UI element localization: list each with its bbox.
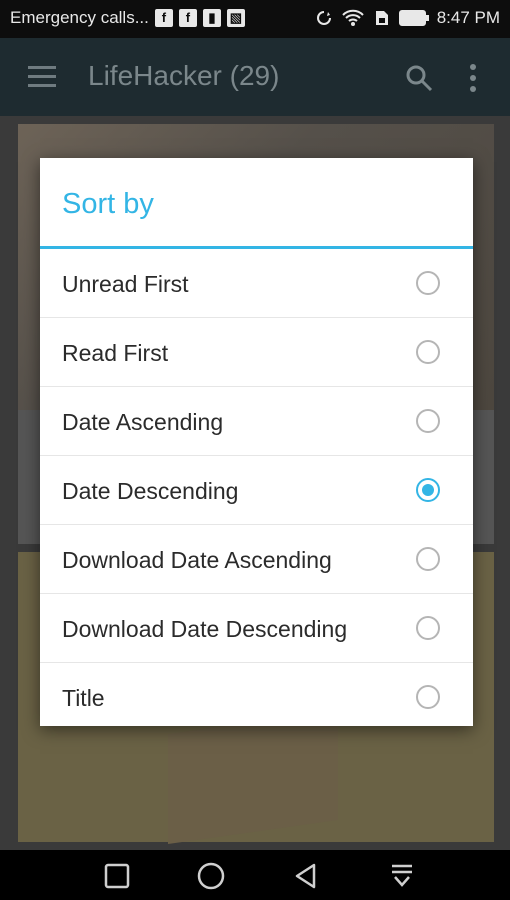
radio-button[interactable] — [416, 685, 440, 709]
status-bar: Emergency calls... f f ▮ ▧ 8:47 PM — [0, 0, 510, 38]
sort-option-read-first[interactable]: Read First — [40, 318, 473, 387]
sync-icon — [316, 11, 331, 25]
option-label: Download Date Descending — [62, 616, 348, 642]
radio-button[interactable] — [416, 616, 440, 640]
recent-apps-button[interactable] — [103, 862, 131, 890]
radio-button[interactable] — [416, 340, 440, 364]
sort-option-download-date-descending[interactable]: Download Date Descending — [40, 594, 473, 663]
sim-icon — [375, 11, 388, 25]
home-button[interactable] — [197, 862, 225, 890]
app-title: LifeHacker (29) — [88, 60, 280, 91]
option-label: Title — [62, 685, 105, 711]
radio-button[interactable] — [416, 547, 440, 571]
more-vert-icon[interactable] — [470, 64, 478, 97]
dialog-title: Sort by — [62, 188, 154, 220]
option-label: Date Descending — [62, 478, 239, 504]
option-label: Date Ascending — [62, 409, 224, 435]
option-label: Read First — [62, 340, 169, 366]
sort-options-list: Unread First Read First Date Ascending D… — [40, 249, 473, 731]
sort-option-title[interactable]: Title — [40, 663, 473, 731]
wifi-icon — [341, 9, 364, 26]
back-button[interactable] — [292, 862, 320, 890]
menu-icon[interactable] — [28, 66, 56, 93]
search-icon[interactable] — [404, 63, 434, 93]
app-bar: LifeHacker (29) — [0, 38, 510, 116]
sort-option-unread-first[interactable]: Unread First — [40, 249, 473, 318]
option-label: Unread First — [62, 271, 189, 297]
image-icon: ▧ — [226, 9, 245, 27]
radio-button-checked[interactable] — [416, 478, 440, 502]
option-label: Download Date Ascending — [62, 547, 332, 573]
radio-button[interactable] — [416, 409, 440, 433]
carrier-text: Emergency calls... — [10, 8, 149, 27]
sort-option-download-date-ascending[interactable]: Download Date Ascending — [40, 525, 473, 594]
facebook-icon: f — [154, 9, 173, 27]
battery-saver-icon: ▮ — [202, 9, 221, 27]
sort-option-date-descending[interactable]: Date Descending — [40, 456, 473, 525]
navigation-bar — [0, 850, 510, 900]
sort-dialog: Sort by Unread First Read First Date Asc… — [40, 158, 473, 726]
notification-pull-button[interactable] — [388, 862, 416, 890]
sort-option-date-ascending[interactable]: Date Ascending — [40, 387, 473, 456]
clock: 8:47 PM — [436, 8, 500, 27]
radio-button[interactable] — [416, 271, 440, 295]
facebook-icon: f — [178, 9, 197, 27]
battery-icon — [398, 10, 429, 26]
